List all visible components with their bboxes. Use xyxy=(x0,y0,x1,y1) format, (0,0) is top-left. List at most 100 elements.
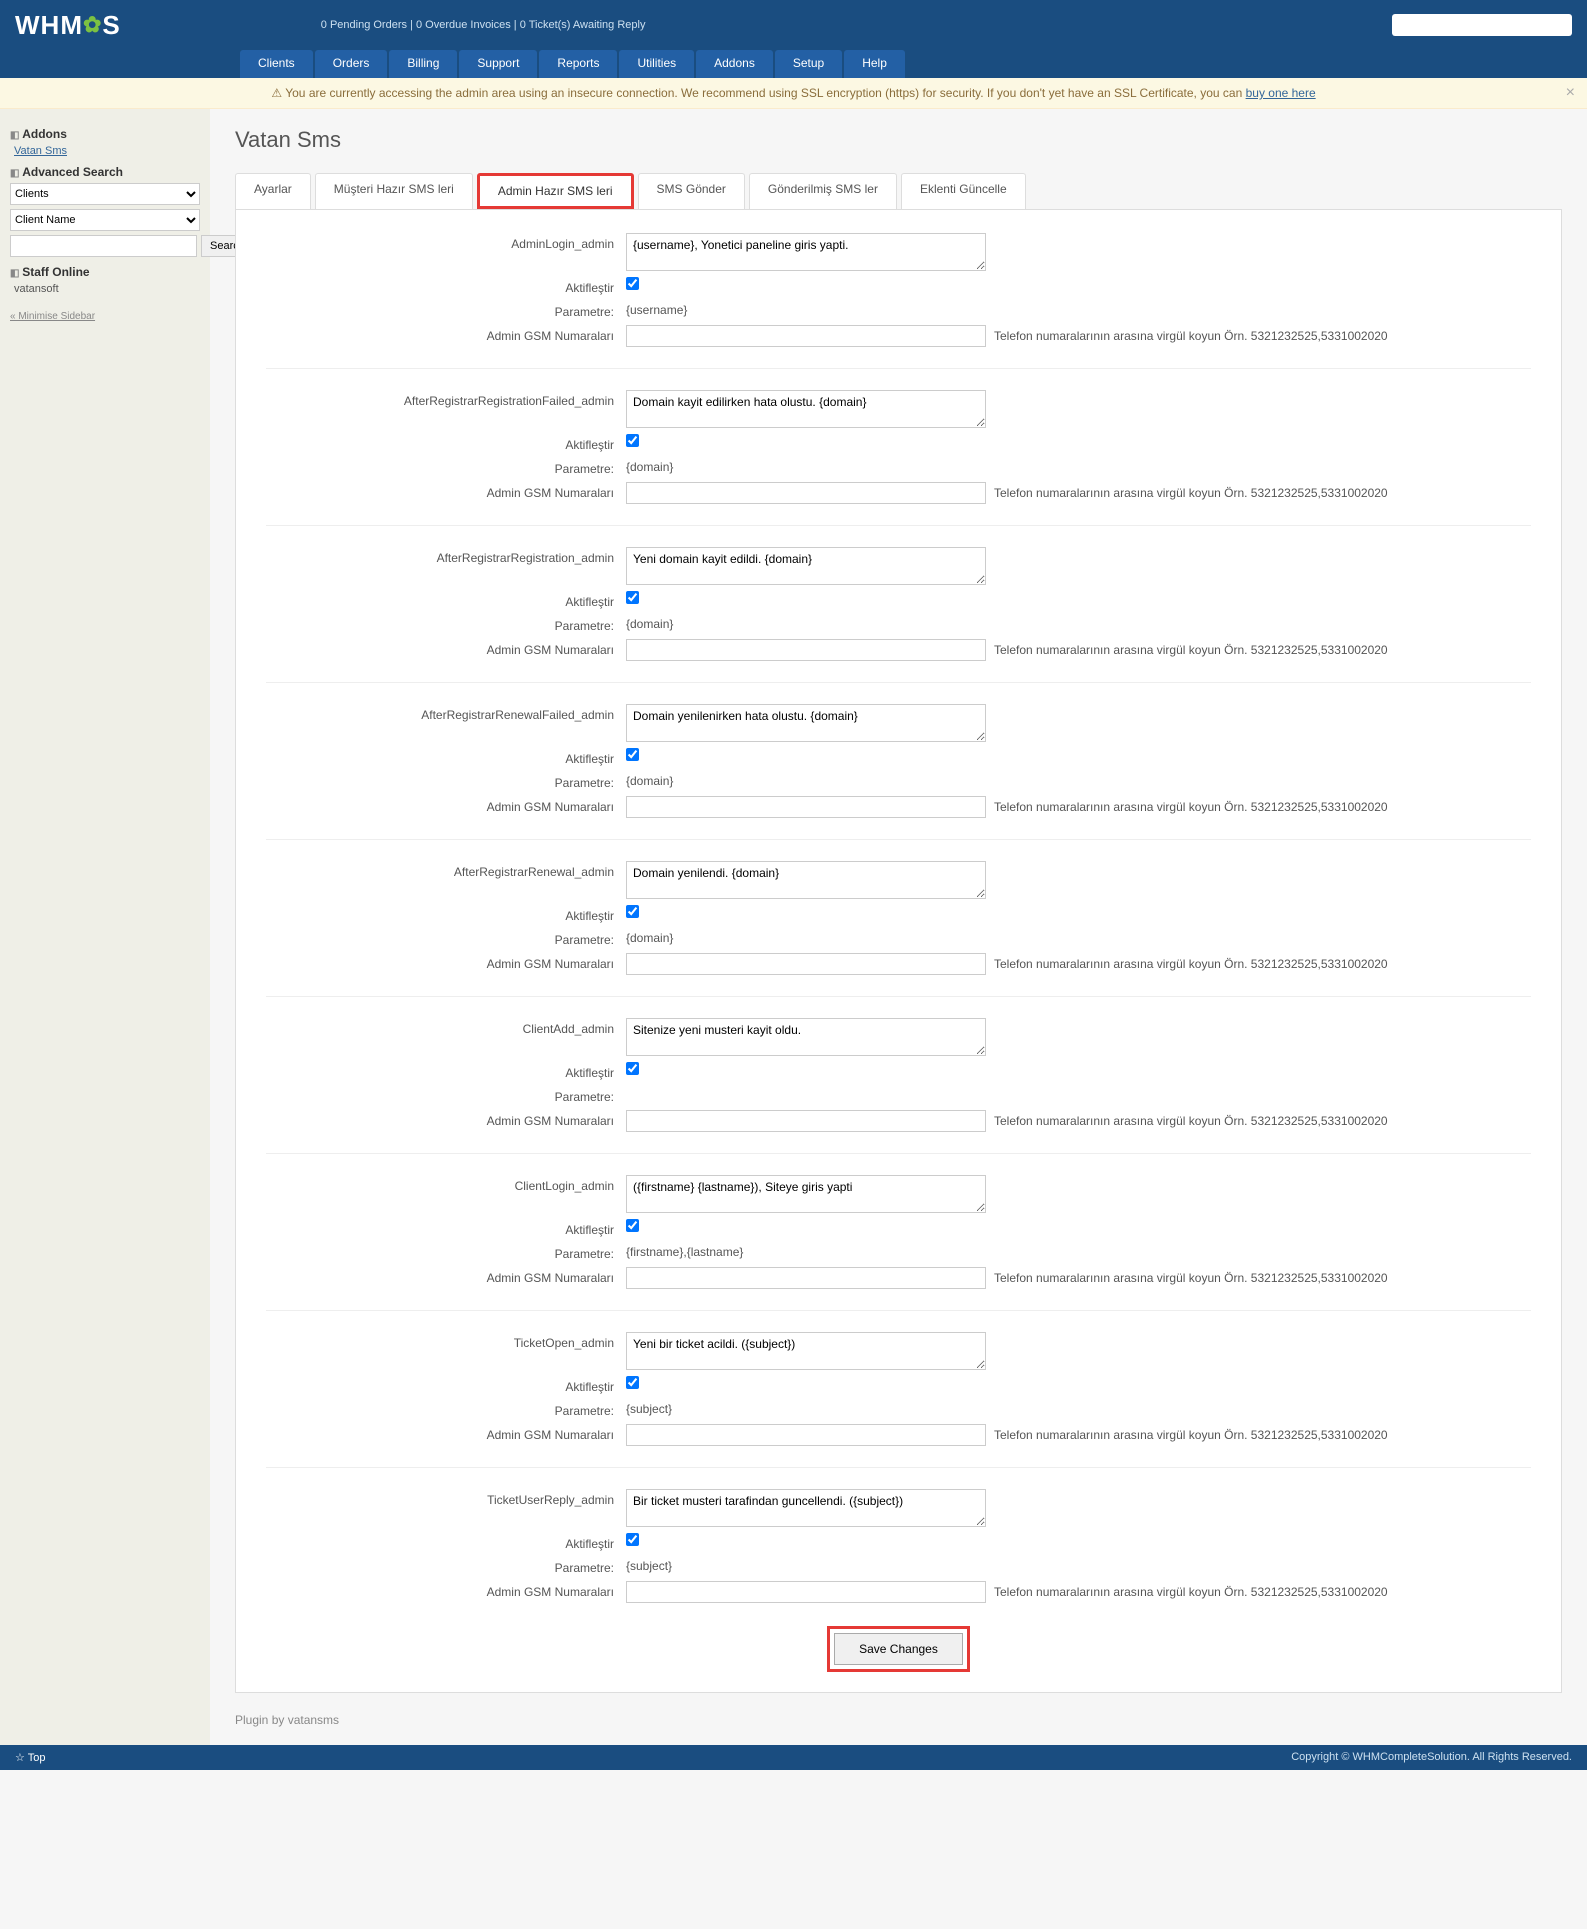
message-textarea[interactable]: {username}, Yonetici paneline giris yapt… xyxy=(626,233,986,271)
gsm-label: Admin GSM Numaraları xyxy=(266,639,626,657)
header-search xyxy=(1392,14,1572,36)
aktif-checkbox[interactable] xyxy=(626,748,639,761)
sidebar-addon-link[interactable]: Vatan Sms xyxy=(14,145,200,157)
nav-help[interactable]: Help xyxy=(844,50,905,78)
tab-eklenti[interactable]: Eklenti Güncelle xyxy=(901,173,1026,209)
param-label: Parametre: xyxy=(266,458,626,476)
gsm-label: Admin GSM Numaraları xyxy=(266,1581,626,1599)
gsm-label: Admin GSM Numaraları xyxy=(266,482,626,500)
gsm-input[interactable] xyxy=(626,639,986,661)
pending-orders-link[interactable]: 0 Pending Orders xyxy=(321,19,407,31)
footer: ☆ Top Copyright © WHMCompleteSolution. A… xyxy=(0,1745,1587,1770)
main-nav: Clients Orders Billing Support Reports U… xyxy=(0,50,1587,78)
gsm-input[interactable] xyxy=(626,482,986,504)
nav-orders[interactable]: Orders xyxy=(315,50,388,78)
section-name: AfterRegistrarRenewal_admin xyxy=(266,861,626,879)
aktif-checkbox[interactable] xyxy=(626,1219,639,1232)
close-icon[interactable]: × xyxy=(1566,84,1575,102)
aktif-checkbox[interactable] xyxy=(626,434,639,447)
search-type-select[interactable]: Clients xyxy=(10,183,200,205)
gsm-input[interactable] xyxy=(626,325,986,347)
page-title: Vatan Sms xyxy=(235,127,1562,153)
param-value: {domain} xyxy=(626,929,673,945)
tickets-link[interactable]: 0 Ticket(s) Awaiting Reply xyxy=(520,19,646,31)
gsm-hint: Telefon numaralarının arasına virgül koy… xyxy=(994,643,1388,657)
gsm-label: Admin GSM Numaraları xyxy=(266,1110,626,1128)
message-textarea[interactable]: Domain yenilendi. {domain} xyxy=(626,861,986,899)
gsm-input[interactable] xyxy=(626,796,986,818)
nav-reports[interactable]: Reports xyxy=(539,50,617,78)
buy-ssl-link[interactable]: buy one here xyxy=(1246,86,1316,100)
section-name: AfterRegistrarRegistration_admin xyxy=(266,547,626,565)
message-textarea[interactable]: Domain kayit edilirken hata olustu. {dom… xyxy=(626,390,986,428)
tab-musteri-sms[interactable]: Müşteri Hazır SMS leri xyxy=(315,173,473,209)
gsm-hint: Telefon numaralarının arasına virgül koy… xyxy=(994,1114,1388,1128)
aktif-checkbox[interactable] xyxy=(626,591,639,604)
param-label: Parametre: xyxy=(266,1400,626,1418)
aktif-checkbox[interactable] xyxy=(626,905,639,918)
gsm-input[interactable] xyxy=(626,953,986,975)
copyright: Copyright © WHMCompleteSolution. All Rig… xyxy=(1291,1751,1572,1764)
sidebar: Addons Vatan Sms Advanced Search Clients… xyxy=(0,109,210,1745)
gsm-input[interactable] xyxy=(626,1424,986,1446)
gsm-input[interactable] xyxy=(626,1267,986,1289)
gsm-label: Admin GSM Numaraları xyxy=(266,796,626,814)
gear-icon: ✿ xyxy=(83,12,102,38)
logo: WHM✿S xyxy=(15,10,121,41)
nav-setup[interactable]: Setup xyxy=(775,50,842,78)
top-link[interactable]: ☆ Top xyxy=(15,1751,45,1764)
aktif-label: Aktifleştir xyxy=(266,434,626,452)
sidebar-advsearch-header: Advanced Search xyxy=(10,165,200,179)
section-name: AfterRegistrarRegistrationFailed_admin xyxy=(266,390,626,408)
aktif-label: Aktifleştir xyxy=(266,1533,626,1551)
section-name: AfterRegistrarRenewalFailed_admin xyxy=(266,704,626,722)
gsm-hint: Telefon numaralarının arasına virgül koy… xyxy=(994,1428,1388,1442)
gsm-label: Admin GSM Numaraları xyxy=(266,1267,626,1285)
nav-billing[interactable]: Billing xyxy=(389,50,457,78)
param-value: {domain} xyxy=(626,615,673,631)
param-label: Parametre: xyxy=(266,1557,626,1575)
tab-ayarlar[interactable]: Ayarlar xyxy=(235,173,311,209)
message-textarea[interactable]: Bir ticket musteri tarafindan guncellend… xyxy=(626,1489,986,1527)
nav-clients[interactable]: Clients xyxy=(240,50,313,78)
gsm-input[interactable] xyxy=(626,1110,986,1132)
param-value: {domain} xyxy=(626,458,673,474)
message-textarea[interactable]: ({firstname} {lastname}), Siteye giris y… xyxy=(626,1175,986,1213)
search-field-select[interactable]: Client Name xyxy=(10,209,200,231)
global-search-input[interactable] xyxy=(1392,14,1572,36)
message-textarea[interactable]: Sitenize yeni musteri kayit oldu. xyxy=(626,1018,986,1056)
param-label: Parametre: xyxy=(266,1086,626,1104)
gsm-input[interactable] xyxy=(626,1581,986,1603)
ssl-warning: ⚠ You are currently accessing the admin … xyxy=(0,78,1587,109)
param-value: {firstname},{lastname} xyxy=(626,1243,743,1259)
message-textarea[interactable]: Domain yenilenirken hata olustu. {domain… xyxy=(626,704,986,742)
tab-sms-gonder[interactable]: SMS Gönder xyxy=(638,173,745,209)
aktif-label: Aktifleştir xyxy=(266,905,626,923)
section-name: ClientAdd_admin xyxy=(266,1018,626,1036)
param-value: {subject} xyxy=(626,1557,672,1573)
overdue-link[interactable]: 0 Overdue Invoices xyxy=(416,19,511,31)
nav-support[interactable]: Support xyxy=(459,50,537,78)
message-textarea[interactable]: Yeni domain kayit edildi. {domain} xyxy=(626,547,986,585)
main-content: Vatan Sms Ayarlar Müşteri Hazır SMS leri… xyxy=(210,109,1587,1745)
minimise-sidebar-link[interactable]: « Minimise Sidebar xyxy=(10,311,200,322)
sidebar-search-input[interactable] xyxy=(10,235,197,257)
aktif-checkbox[interactable] xyxy=(626,1376,639,1389)
tab-admin-sms[interactable]: Admin Hazır SMS leri xyxy=(477,173,634,209)
param-value: {domain} xyxy=(626,772,673,788)
aktif-checkbox[interactable] xyxy=(626,1062,639,1075)
nav-addons[interactable]: Addons xyxy=(696,50,773,78)
plugin-by: Plugin by vatansms xyxy=(235,1713,1562,1727)
tab-gonderilmis[interactable]: Gönderilmiş SMS ler xyxy=(749,173,897,209)
message-textarea[interactable]: Yeni bir ticket acildi. ({subject}) xyxy=(626,1332,986,1370)
param-value: {subject} xyxy=(626,1400,672,1416)
aktif-checkbox[interactable] xyxy=(626,1533,639,1546)
section-name: TicketOpen_admin xyxy=(266,1332,626,1350)
sidebar-addons-header: Addons xyxy=(10,127,200,141)
param-label: Parametre: xyxy=(266,615,626,633)
aktif-checkbox[interactable] xyxy=(626,277,639,290)
nav-utilities[interactable]: Utilities xyxy=(619,50,694,78)
save-button[interactable]: Save Changes xyxy=(834,1633,963,1665)
aktif-label: Aktifleştir xyxy=(266,1376,626,1394)
gsm-hint: Telefon numaralarının arasına virgül koy… xyxy=(994,957,1388,971)
